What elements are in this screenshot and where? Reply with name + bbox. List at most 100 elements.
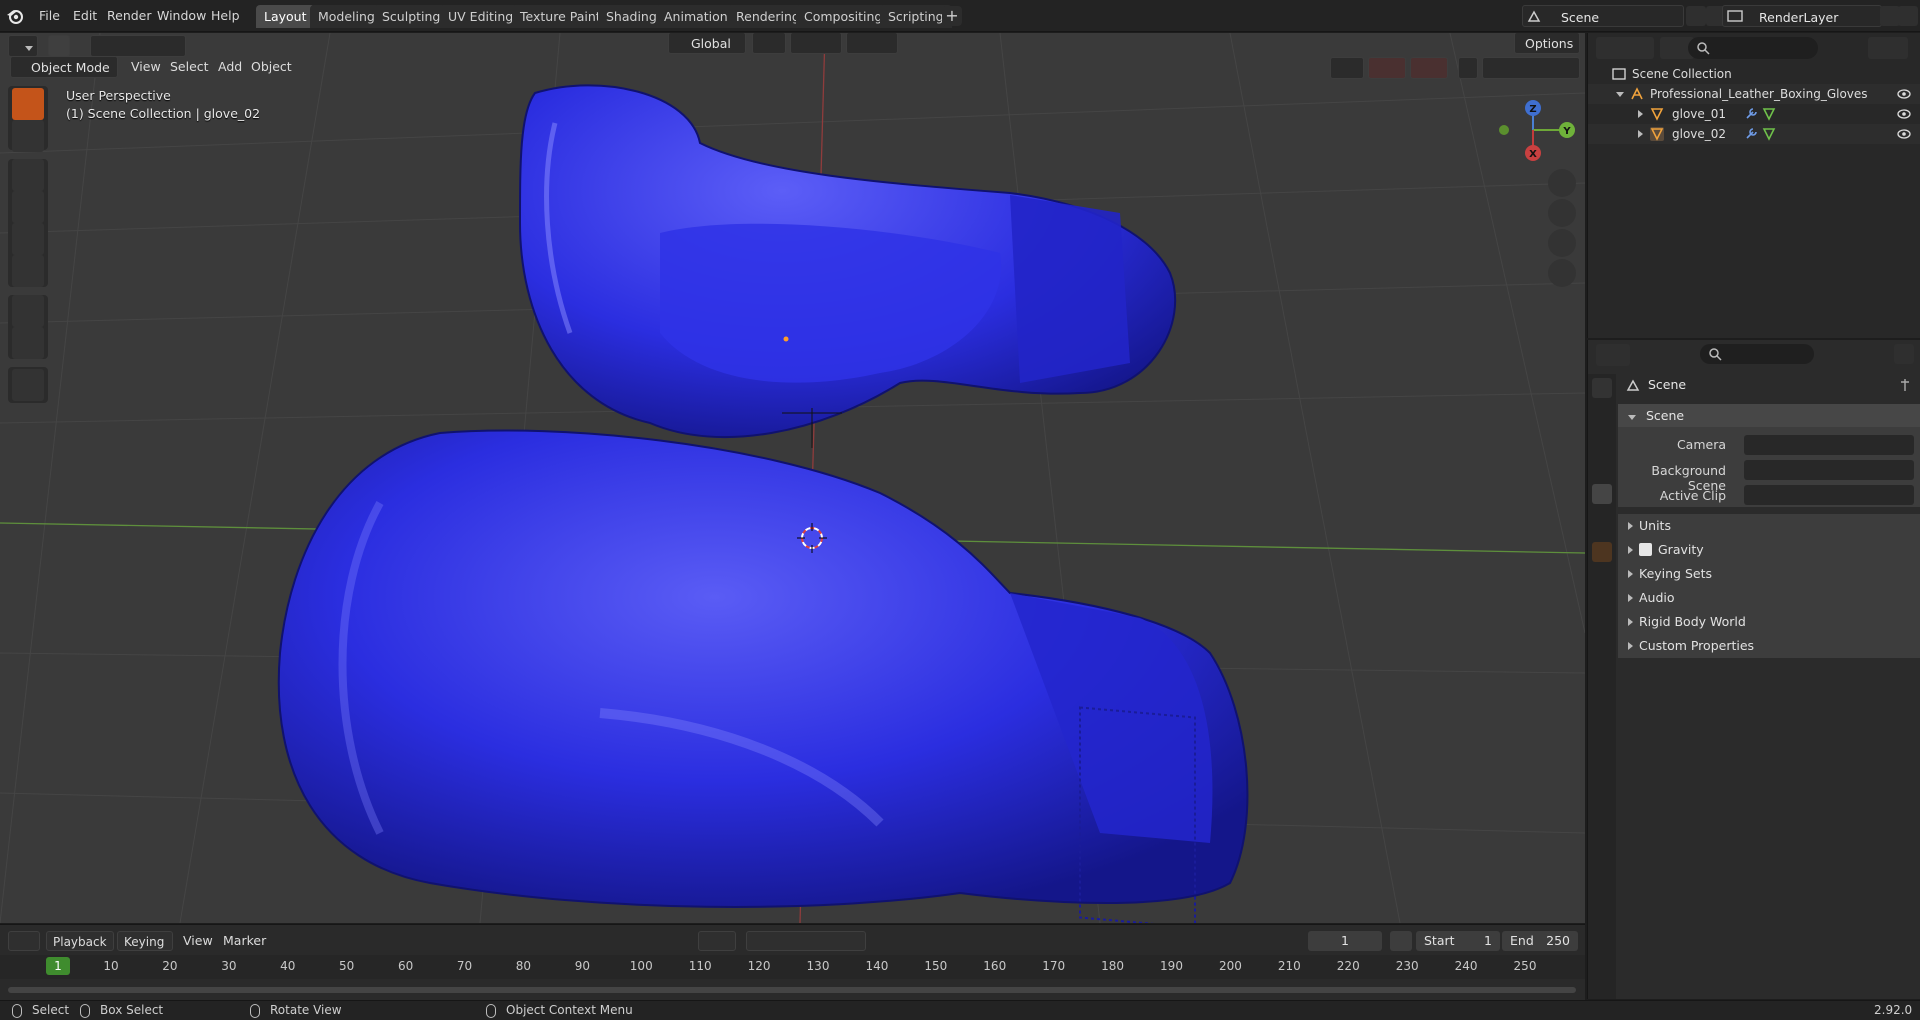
selection-modes-group[interactable]: [90, 35, 186, 57]
timeline-menu-marker[interactable]: Marker: [223, 931, 266, 951]
tool-tab-icon[interactable]: [1592, 378, 1612, 398]
tab-compositing[interactable]: Compositing: [796, 5, 891, 28]
cursor-tool-icon[interactable]: [12, 120, 44, 152]
viewport-menu-object[interactable]: Object: [251, 57, 292, 77]
view-layer-tab-icon[interactable]: [1592, 458, 1612, 478]
texture-tab-icon[interactable]: [1592, 732, 1612, 752]
transform-tool-icon[interactable]: [12, 255, 44, 287]
add-cube-tool-icon[interactable]: [12, 369, 44, 401]
playback-controls[interactable]: [746, 931, 866, 951]
editor-type-button[interactable]: [8, 35, 38, 57]
start-frame-field[interactable]: Start 1: [1416, 931, 1500, 951]
object-mode-dropdown[interactable]: Object Mode: [10, 56, 118, 78]
scene-panel-header[interactable]: Scene: [1618, 404, 1920, 427]
xray-toggle[interactable]: [1458, 57, 1478, 79]
rotate-tool-icon[interactable]: [12, 191, 44, 223]
pivot-point-dropdown[interactable]: [752, 33, 786, 54]
object-tab-icon[interactable]: [1592, 542, 1612, 562]
options-dropdown[interactable]: Options: [1514, 33, 1580, 54]
active-clip-field[interactable]: [1744, 485, 1914, 505]
transform-orientation-dropdown[interactable]: Global: [668, 33, 746, 54]
outliner-search-input[interactable]: [1688, 37, 1818, 59]
subpanel-custom-properties[interactable]: Custom Properties: [1618, 634, 1920, 658]
tab-shading[interactable]: Shading: [598, 5, 665, 28]
end-frame-field[interactable]: End 250: [1502, 931, 1578, 951]
select-mode-icon[interactable]: [48, 35, 70, 57]
select-box-tool-icon[interactable]: [12, 88, 44, 120]
eye-icon[interactable]: [1897, 128, 1911, 140]
outliner-editor[interactable]: Scene Collection Professional_Leather_Bo…: [1587, 33, 1920, 338]
properties-editor-type-button[interactable]: [1596, 344, 1630, 366]
tab-modeling[interactable]: Modeling: [310, 5, 383, 28]
overlay-toggle[interactable]: [1410, 57, 1448, 79]
constraints-tab-icon[interactable]: [1592, 646, 1612, 666]
outliner-row-collection[interactable]: Professional_Leather_Boxing_Gloves: [1588, 84, 1920, 104]
material-tab-icon[interactable]: [1592, 698, 1612, 718]
background-scene-field[interactable]: [1744, 460, 1914, 480]
tab-scripting[interactable]: Scripting: [880, 5, 952, 28]
new-view-layer-icon[interactable]: [1880, 6, 1900, 26]
navigation-gizmo[interactable]: Z Y X: [1499, 100, 1575, 161]
filter-icon[interactable]: [1868, 37, 1908, 59]
properties-editor[interactable]: Scene Scene Camera Background Scene Acti…: [1587, 340, 1920, 999]
subpanel-gravity[interactable]: Gravity: [1618, 538, 1920, 562]
eye-icon[interactable]: [1897, 88, 1911, 100]
properties-search-input[interactable]: [1700, 344, 1814, 364]
tab-animation[interactable]: Animation: [656, 5, 736, 28]
menu-edit[interactable]: Edit: [66, 6, 104, 26]
timeline-scrollbar[interactable]: [8, 987, 1576, 993]
properties-options-icon[interactable]: [1894, 344, 1914, 364]
snapping-toggle[interactable]: [790, 33, 842, 54]
playback-dropdown[interactable]: Playback: [46, 931, 114, 951]
move-tool-icon[interactable]: [12, 159, 44, 191]
eye-icon[interactable]: [1897, 108, 1911, 120]
camera-field[interactable]: [1744, 435, 1914, 455]
menu-file[interactable]: File: [32, 6, 67, 26]
preview-range-icon[interactable]: [1390, 931, 1412, 951]
modifier-tab-icon[interactable]: [1592, 568, 1612, 588]
tab-uv-editing[interactable]: UV Editing: [440, 5, 522, 28]
tab-texture-paint[interactable]: Texture Paint: [512, 5, 609, 28]
scene-selector[interactable]: Scene: [1522, 5, 1684, 27]
add-workspace-button[interactable]: +: [942, 6, 962, 26]
subpanel-keying-sets[interactable]: Keying Sets: [1618, 562, 1920, 586]
viewport-scene[interactable]: Z Y X: [0, 33, 1585, 923]
gravity-checkbox[interactable]: [1639, 543, 1652, 556]
world-tab-icon[interactable]: [1592, 510, 1612, 530]
viewport-menu-select[interactable]: Select: [170, 57, 209, 77]
shading-mode-group[interactable]: [1482, 57, 1580, 79]
perspective-toggle-icon[interactable]: [1548, 259, 1576, 287]
blender-logo-icon[interactable]: [6, 7, 24, 25]
output-tab-icon[interactable]: [1592, 432, 1612, 452]
menu-help[interactable]: Help: [204, 6, 247, 26]
expand-arrow-icon[interactable]: [1616, 92, 1624, 97]
pan-hand-icon[interactable]: [1548, 199, 1576, 227]
viewport-menu-add[interactable]: Add: [218, 57, 242, 77]
scale-tool-icon[interactable]: [12, 223, 44, 255]
gizmo-neg-y-icon[interactable]: [1499, 125, 1509, 135]
render-tab-icon[interactable]: [1592, 406, 1612, 426]
3d-viewport[interactable]: Z Y X Object Mode View Select Add Object…: [0, 33, 1585, 923]
timeline-editor[interactable]: Playback Keying View Marker 1 Start 1 En…: [0, 924, 1585, 1000]
new-scene-icon[interactable]: [1686, 6, 1706, 26]
viewport-menu-view[interactable]: View: [131, 57, 161, 77]
keying-dropdown[interactable]: Keying: [117, 931, 173, 951]
data-tab-icon[interactable]: [1592, 672, 1612, 692]
current-frame-marker[interactable]: 1: [46, 957, 70, 975]
glove-02-object[interactable]: [277, 429, 1249, 924]
zoom-icon[interactable]: [1548, 169, 1576, 197]
pin-icon[interactable]: [1899, 378, 1911, 392]
scene-tab-icon[interactable]: [1592, 484, 1612, 504]
gizmo-toggle[interactable]: [1368, 57, 1406, 79]
auto-keying-toggle[interactable]: [698, 931, 736, 951]
current-frame-field[interactable]: 1: [1308, 931, 1382, 951]
view-layer-selector[interactable]: RenderLayer: [1722, 5, 1882, 27]
tab-sculpting[interactable]: Sculpting: [374, 5, 449, 28]
glove-01-object[interactable]: [518, 84, 1177, 439]
measure-tool-icon[interactable]: [12, 327, 44, 359]
subpanel-audio[interactable]: Audio: [1618, 586, 1920, 610]
camera-view-icon[interactable]: [1548, 229, 1576, 257]
outliner-row-glove-02[interactable]: glove_02: [1588, 124, 1920, 144]
outliner-row-glove-01[interactable]: glove_01: [1588, 104, 1920, 124]
timeline-editor-type-button[interactable]: [8, 931, 40, 951]
